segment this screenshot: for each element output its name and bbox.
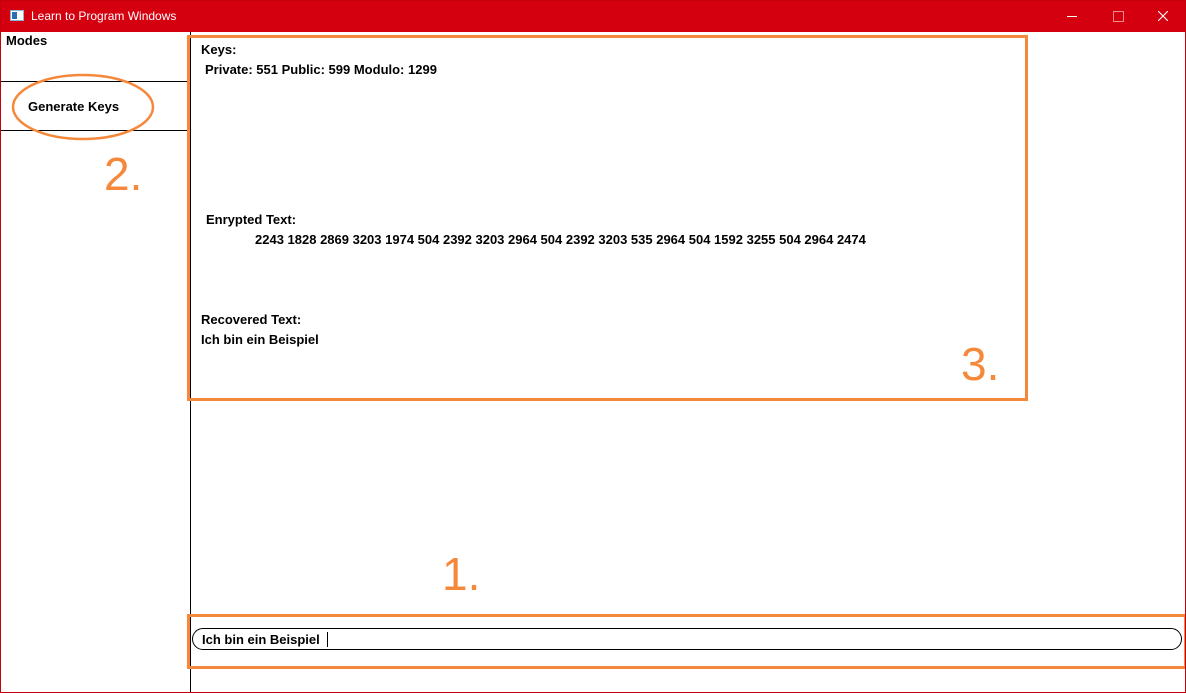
- title-bar[interactable]: Learn to Program Windows: [1, 1, 1185, 32]
- minimize-icon: [1067, 16, 1077, 17]
- annotation-marker-2: 2.: [104, 148, 143, 200]
- close-icon: [1158, 11, 1168, 21]
- maximize-icon: [1113, 11, 1124, 22]
- app-window-icon: [10, 10, 24, 21]
- window-title: Learn to Program Windows: [31, 9, 177, 23]
- app-window: Learn to Program Windows Modes Generate …: [0, 0, 1186, 693]
- generate-keys-annotation-ellipse: [11, 73, 155, 141]
- output-annotation-box: [187, 35, 1028, 401]
- maximize-button[interactable]: [1095, 1, 1141, 32]
- close-button[interactable]: [1140, 1, 1185, 32]
- annotation-marker-1: 1.: [442, 548, 481, 600]
- modes-heading: Modes: [6, 33, 48, 48]
- minimize-button[interactable]: [1049, 1, 1095, 32]
- input-annotation-box: [187, 614, 1185, 669]
- annotation-marker-3: 3.: [961, 338, 1000, 390]
